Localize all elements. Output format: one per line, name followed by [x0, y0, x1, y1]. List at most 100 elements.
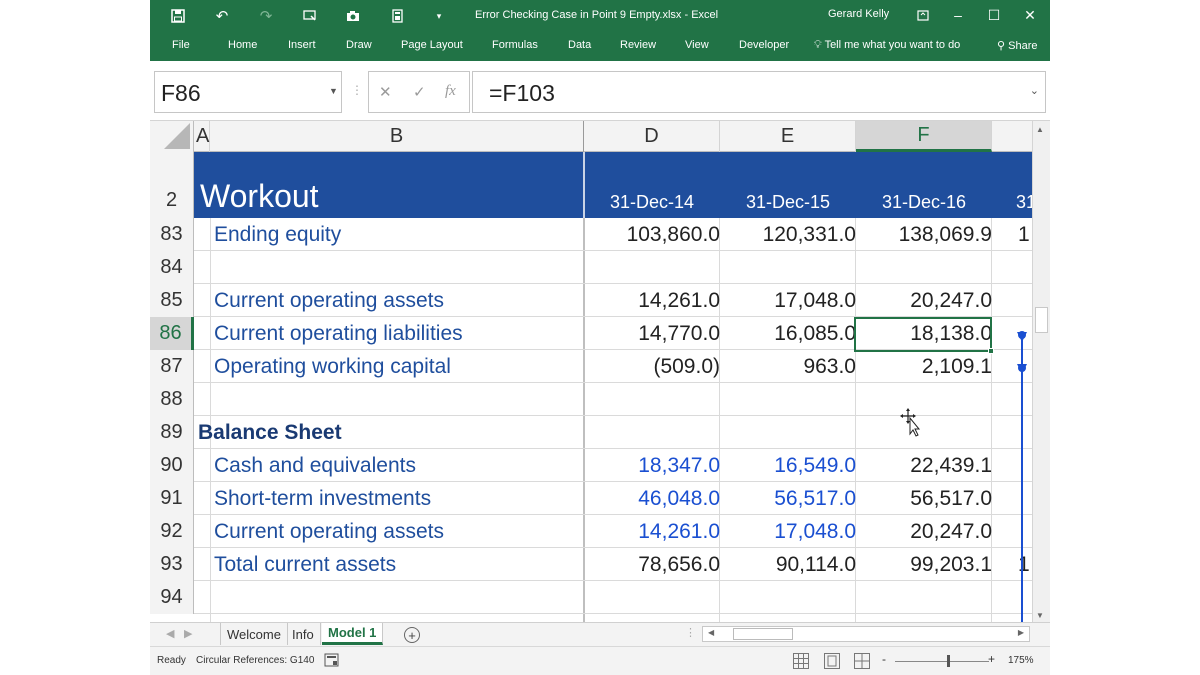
row-number[interactable]: 2: [150, 152, 194, 218]
selected-cell-f86[interactable]: [854, 317, 994, 354]
row-label[interactable]: Current operating assets: [214, 515, 444, 548]
cell-e[interactable]: [720, 251, 856, 284]
touch-mode-icon[interactable]: [300, 6, 320, 26]
scroll-down-icon[interactable]: ▼: [1036, 611, 1044, 620]
tab-insert[interactable]: Insert: [288, 39, 316, 51]
cell-f[interactable]: 22,439.1: [856, 449, 992, 482]
row-label[interactable]: Current operating assets: [214, 284, 444, 317]
cell-d[interactable]: 14,261.0: [584, 515, 720, 548]
page-layout-view-icon[interactable]: [824, 653, 840, 669]
tab-page-layout[interactable]: Page Layout: [401, 39, 463, 51]
date-header-d[interactable]: 31-Dec-14: [584, 192, 720, 213]
column-header-d[interactable]: D: [584, 121, 720, 152]
cell-d[interactable]: 78,656.0: [584, 548, 720, 581]
row-number[interactable]: 89: [150, 416, 194, 449]
cell-g[interactable]: [992, 284, 1032, 317]
row-number[interactable]: 92: [150, 515, 194, 548]
cell-f[interactable]: 20,247.0: [856, 515, 992, 548]
cell-d[interactable]: 18,347.0: [584, 449, 720, 482]
column-header-a[interactable]: A: [194, 121, 210, 152]
cell-e[interactable]: 120,331.0: [720, 218, 856, 251]
tab-home[interactable]: Home: [228, 39, 257, 51]
cell-e[interactable]: [720, 416, 856, 449]
save-icon[interactable]: [168, 6, 188, 26]
row-label[interactable]: Cash and equivalents: [214, 449, 416, 482]
zoom-out-icon[interactable]: -: [882, 652, 886, 666]
cell-f[interactable]: [856, 383, 992, 416]
scrollbar-thumb[interactable]: [1035, 307, 1048, 333]
sheet-tab-info[interactable]: Info: [286, 623, 321, 645]
name-box[interactable]: F86 ▼: [154, 71, 342, 113]
cell-f[interactable]: 2,109.1: [856, 350, 992, 383]
cell-f[interactable]: [856, 251, 992, 284]
column-header-b[interactable]: B: [210, 121, 584, 152]
row-label[interactable]: Ending equity: [214, 218, 341, 251]
vertical-scrollbar[interactable]: ▲ ▼: [1032, 121, 1050, 622]
tab-split-grip-icon[interactable]: ⋮: [685, 626, 696, 639]
zoom-slider[interactable]: [895, 661, 989, 662]
cell-e[interactable]: [720, 383, 856, 416]
macro-recording-icon[interactable]: [324, 653, 339, 672]
select-all-button[interactable]: [150, 121, 194, 152]
cell-f[interactable]: 138,069.9: [856, 218, 992, 251]
tab-file[interactable]: File: [172, 39, 190, 51]
row-number[interactable]: 94: [150, 581, 194, 614]
row-label[interactable]: Operating working capital: [214, 350, 451, 383]
cell-d[interactable]: 46,048.0: [584, 482, 720, 515]
tab-data[interactable]: Data: [568, 39, 591, 51]
maximize-icon[interactable]: ☐: [983, 4, 1005, 26]
page-break-preview-icon[interactable]: [854, 653, 870, 669]
insert-function-button[interactable]: fx: [445, 83, 456, 100]
column-header-e[interactable]: E: [720, 121, 856, 152]
row-label[interactable]: Balance Sheet: [198, 416, 342, 449]
customize-qat-icon[interactable]: ▾: [429, 6, 449, 26]
row-label[interactable]: Current operating liabilities: [214, 317, 463, 350]
row-label[interactable]: Short-term investments: [214, 482, 431, 515]
cell-e[interactable]: 16,549.0: [720, 449, 856, 482]
row-number[interactable]: 88: [150, 383, 194, 416]
zoom-slider-knob[interactable]: [947, 655, 950, 667]
tab-developer[interactable]: Developer: [739, 39, 789, 51]
minimize-icon[interactable]: –: [947, 4, 969, 26]
camera-icon[interactable]: [343, 6, 363, 26]
chevron-down-icon[interactable]: ▼: [329, 86, 338, 96]
expand-formula-bar-icon[interactable]: ⌄: [1030, 84, 1039, 97]
cell-d[interactable]: (509.0): [584, 350, 720, 383]
tab-view[interactable]: View: [685, 39, 709, 51]
tell-me-search[interactable]: 💡︎ Tell me what you want to do: [814, 39, 960, 52]
row-number[interactable]: 87: [150, 350, 194, 383]
fill-handle[interactable]: [988, 348, 994, 354]
cell-e[interactable]: 56,517.0: [720, 482, 856, 515]
add-sheet-icon[interactable]: +: [404, 627, 420, 643]
row-number[interactable]: 86: [150, 317, 194, 350]
sheet-tab-welcome[interactable]: Welcome: [220, 623, 288, 645]
horizontal-scrollbar[interactable]: ◀ ▶: [702, 626, 1030, 642]
cell-d[interactable]: 14,770.0: [584, 317, 720, 350]
date-header-e[interactable]: 31-Dec-15: [720, 192, 856, 213]
cell-d[interactable]: [584, 581, 720, 614]
cell-d[interactable]: 14,261.0: [584, 284, 720, 317]
cell-f[interactable]: [856, 416, 992, 449]
horizontal-scrollbar-thumb[interactable]: [733, 628, 793, 640]
cell-e[interactable]: 17,048.0: [720, 284, 856, 317]
cell-e[interactable]: 17,048.0: [720, 515, 856, 548]
cell-d[interactable]: 103,860.0: [584, 218, 720, 251]
prev-sheet-icon[interactable]: ◀: [166, 627, 174, 640]
cell-d[interactable]: [584, 251, 720, 284]
tab-draw[interactable]: Draw: [346, 39, 372, 51]
row-number[interactable]: 91: [150, 482, 194, 515]
zoom-in-icon[interactable]: +: [988, 652, 995, 666]
calculator-icon[interactable]: [387, 6, 407, 26]
status-circular-references[interactable]: Circular References: G140: [196, 655, 314, 666]
formula-input[interactable]: =F103 ⌄: [472, 71, 1046, 113]
scroll-up-icon[interactable]: ▲: [1036, 125, 1044, 134]
cancel-icon[interactable]: ✕: [379, 83, 392, 101]
formula-bar-grip-icon[interactable]: ⋮: [351, 83, 363, 97]
cell-g[interactable]: 1: [992, 218, 1032, 251]
cell-f[interactable]: 99,203.1: [856, 548, 992, 581]
tab-review[interactable]: Review: [620, 39, 656, 51]
row-number[interactable]: 84: [150, 251, 194, 284]
row-number[interactable]: 93: [150, 548, 194, 581]
cell-d[interactable]: [584, 383, 720, 416]
column-header-f[interactable]: F: [856, 121, 992, 152]
